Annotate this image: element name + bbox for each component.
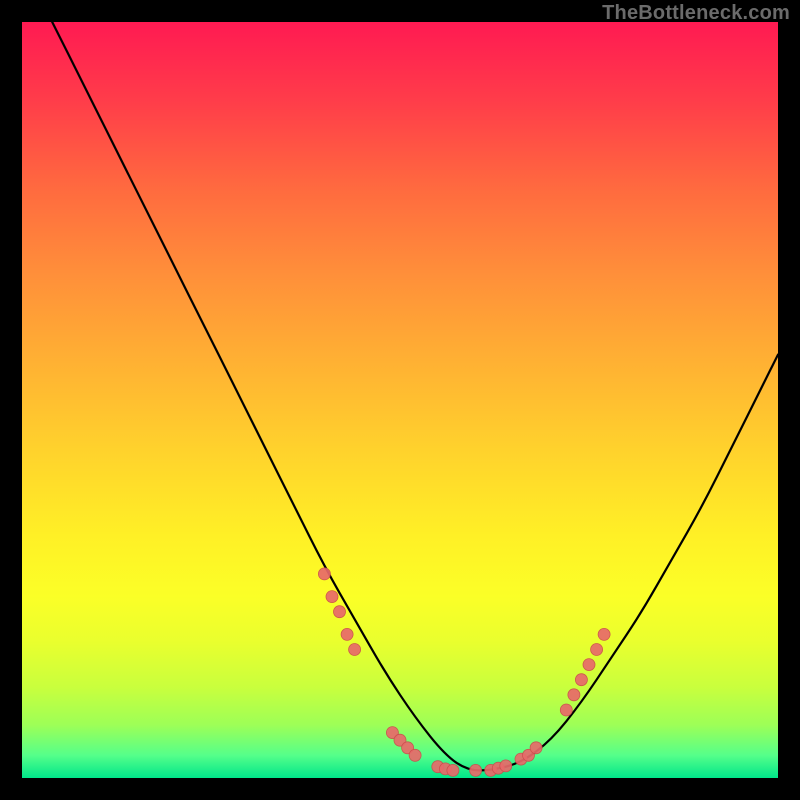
highlight-dot xyxy=(341,628,353,640)
highlight-dot xyxy=(318,568,330,580)
chart-svg xyxy=(22,22,778,778)
highlight-dot xyxy=(409,749,421,761)
bottleneck-curve xyxy=(52,22,778,770)
highlight-dot xyxy=(349,644,361,656)
highlight-dot xyxy=(560,704,572,716)
highlight-dot xyxy=(470,764,482,776)
highlight-dot xyxy=(591,644,603,656)
highlight-dot xyxy=(500,760,512,772)
highlight-dot xyxy=(334,606,346,618)
highlighted-points-group xyxy=(318,568,610,777)
chart-frame xyxy=(22,22,778,778)
highlight-dot xyxy=(530,742,542,754)
watermark-text: TheBottleneck.com xyxy=(602,2,790,25)
highlight-dot xyxy=(447,764,459,776)
highlight-dot xyxy=(568,689,580,701)
highlight-dot xyxy=(598,628,610,640)
highlight-dot xyxy=(575,674,587,686)
highlight-dot xyxy=(326,591,338,603)
highlight-dot xyxy=(583,659,595,671)
